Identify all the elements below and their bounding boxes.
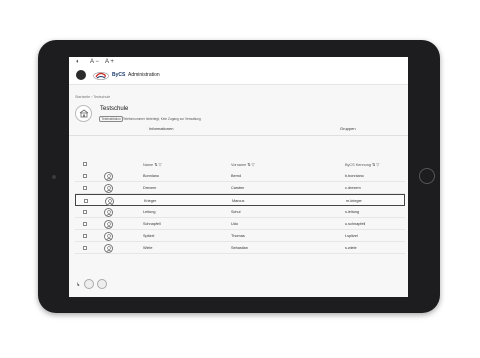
school-icon: [75, 105, 92, 122]
table-row[interactable]: Spitzel Thomas t.spitzel: [75, 230, 405, 242]
cell-name: Schnapfell: [143, 222, 161, 226]
cell-kennung: c.drexem: [345, 186, 361, 190]
row-checkbox[interactable]: [83, 245, 87, 250]
sort-icon[interactable]: ⇅: [154, 163, 157, 167]
breadcrumb-current: Testschule: [93, 95, 111, 99]
cell-vorname: Sebastian: [231, 246, 248, 250]
table-row[interactable]: Wiele Sebastian s.wiele: [75, 242, 405, 254]
filter-icon[interactable]: ▽: [158, 163, 161, 167]
bycs-logo-icon: [93, 72, 109, 80]
theme-toggle-icon[interactable]: ◐: [76, 59, 80, 65]
page-title: Testschule: [100, 106, 129, 112]
tab-bar: Informationen Gruppen: [69, 124, 408, 136]
avatar-icon: [104, 183, 113, 193]
school-building-icon: [79, 109, 88, 118]
cell-name: Drexem: [143, 186, 157, 190]
camera-dot: [52, 175, 56, 179]
cell-name: Bonnlano: [143, 174, 160, 178]
row-checkbox[interactable]: [84, 198, 88, 203]
table-row[interactable]: Krieger Marcus m.krieger: [75, 194, 405, 206]
cell-vorname: Marcus: [232, 199, 245, 203]
tab-gruppen[interactable]: Gruppen: [340, 126, 356, 131]
top-bar: ◐ A − A + ByCS Administration: [69, 57, 408, 85]
user-icon: [106, 221, 112, 228]
user-icon: [106, 245, 112, 252]
cell-kennung: t.spitzel: [345, 234, 358, 238]
apps-menu-button[interactable]: [76, 70, 86, 80]
brand-name: ByCS: [112, 72, 126, 78]
cell-name: Spitzel: [143, 234, 155, 238]
breadcrumb: Startseite › Testschule: [75, 95, 110, 99]
avatar-icon: [105, 196, 114, 206]
school-subtitle: Telefonnummer hinterlegt, Kein Zugang zu…: [123, 117, 201, 121]
row-checkbox[interactable]: [83, 221, 87, 226]
table-row[interactable]: Schnapfell Udo u.schnapfell: [75, 218, 405, 230]
row-checkbox[interactable]: [83, 233, 87, 238]
cell-kennung: b.bonnlano: [345, 174, 364, 178]
font-decrease-button[interactable]: A −: [90, 59, 99, 65]
main-content: Startseite › Testschule Testschule Testi…: [69, 85, 408, 297]
cell-vorname: Bernd: [231, 174, 242, 178]
cell-kennung: s.leitung: [345, 210, 360, 214]
font-increase-button[interactable]: A +: [105, 59, 114, 65]
cell-kennung: m.krieger: [346, 199, 362, 203]
cell-name: Leitung: [143, 210, 156, 214]
row-checkbox[interactable]: [83, 173, 87, 178]
page-button[interactable]: [84, 279, 94, 289]
tablet-frame: ◐ A − A + ByCS Administration Startseite…: [38, 40, 440, 313]
column-header-vorname[interactable]: Vorname ⇅ ▽: [231, 162, 254, 167]
user-icon: [106, 209, 112, 216]
cell-kennung: u.schnapfell: [345, 222, 366, 226]
filter-icon[interactable]: ▽: [252, 163, 255, 167]
cell-kennung: s.wiele: [345, 246, 357, 250]
sort-icon[interactable]: ⇅: [372, 163, 375, 167]
avatar-icon: [104, 207, 113, 217]
cell-vorname: Thomas: [231, 234, 245, 238]
app-title: Administration: [128, 72, 160, 78]
home-button[interactable]: [419, 168, 435, 184]
cell-vorname: Carsten: [231, 186, 245, 190]
user-icon: [106, 173, 112, 180]
cell-name: Wiele: [143, 246, 153, 250]
table-row[interactable]: Drexem Carsten c.drexem: [75, 182, 405, 194]
row-checkbox[interactable]: [83, 209, 87, 214]
user-icon: [106, 185, 112, 192]
cell-name: Krieger: [144, 199, 157, 203]
avatar-icon: [104, 243, 113, 253]
institution-badge: Testinstitution: [99, 116, 124, 122]
breadcrumb-parent[interactable]: Startseite: [75, 95, 90, 99]
user-icon: [107, 198, 113, 205]
avatar-icon: [104, 171, 113, 181]
cell-vorname: Udo: [231, 222, 238, 226]
table-row[interactable]: Bonnlano Bernd b.bonnlano: [75, 170, 405, 182]
app-screen: ◐ A − A + ByCS Administration Startseite…: [69, 57, 408, 297]
avatar-icon: [104, 219, 113, 229]
table-header: Name ⇅ ▽ Vorname ⇅ ▽ ByCS Kennung ⇅ ▽: [75, 159, 405, 169]
column-header-kennung[interactable]: ByCS Kennung ⇅ ▽: [345, 162, 379, 167]
sort-icon[interactable]: ⇅: [247, 163, 250, 167]
column-header-name[interactable]: Name ⇅ ▽: [143, 162, 161, 167]
page-button[interactable]: [97, 279, 107, 289]
row-checkbox[interactable]: [83, 185, 87, 190]
user-icon: [106, 233, 112, 240]
select-all-checkbox[interactable]: [83, 162, 87, 166]
table-row[interactable]: Leitung Schul s.leitung: [75, 206, 405, 218]
pagination-arrow-icon[interactable]: ↳: [76, 282, 80, 288]
cell-vorname: Schul: [231, 210, 241, 214]
avatar-icon: [104, 231, 113, 241]
tab-informationen[interactable]: Informationen: [149, 126, 173, 131]
filter-icon[interactable]: ▽: [376, 163, 379, 167]
